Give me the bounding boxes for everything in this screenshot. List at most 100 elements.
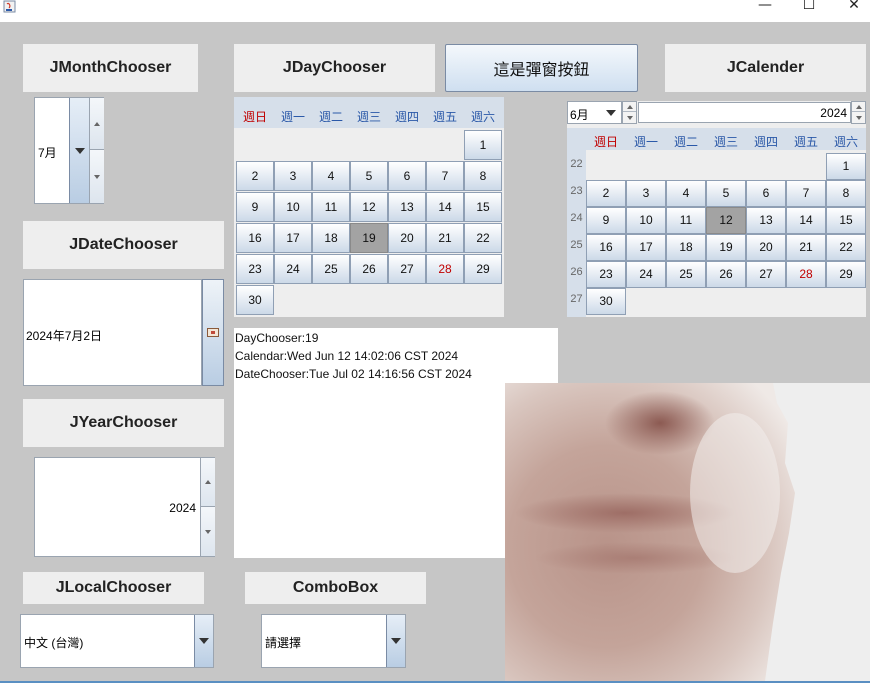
minimize-button[interactable]: —: [750, 0, 780, 16]
calendar-day-button[interactable]: 15: [826, 207, 866, 234]
calendar-day-button[interactable]: 18: [666, 234, 706, 261]
combo-box-dropdown-button[interactable]: [386, 615, 405, 667]
calendar-day-button[interactable]: 3: [626, 180, 666, 207]
calendar-day-button[interactable]: 20: [746, 234, 786, 261]
calendar-day-button[interactable]: 19: [706, 234, 746, 261]
calendar-month-combo[interactable]: 6月: [567, 101, 622, 124]
calendar-month-up-button[interactable]: [623, 102, 636, 112]
calendar-day-button[interactable]: 11: [666, 207, 706, 234]
calendar-day-button[interactable]: 14: [786, 207, 826, 234]
calendar-day-button[interactable]: 16: [586, 234, 626, 261]
weekday-label: 週四: [394, 110, 419, 124]
day-button[interactable]: 14: [426, 192, 464, 222]
day-button[interactable]: 4: [312, 161, 350, 191]
week-number: 22: [570, 158, 583, 170]
maximize-button[interactable]: ☐: [794, 0, 824, 16]
day-button[interactable]: 24: [274, 254, 312, 284]
calendar-weekday-label: 週六: [833, 135, 858, 149]
calendar-month-dropdown-button[interactable]: [601, 102, 621, 123]
day-button[interactable]: 15: [464, 192, 502, 222]
day-button[interactable]: 11: [312, 192, 350, 222]
day-button[interactable]: 30: [236, 285, 274, 315]
date-picker-button[interactable]: [202, 279, 224, 386]
locale-chooser[interactable]: 中文 (台灣): [20, 614, 214, 668]
day-button[interactable]: 3: [274, 161, 312, 191]
arrow-up-icon: [626, 104, 633, 109]
calendar-year-down-button[interactable]: [852, 113, 865, 123]
arrow-down-icon: [94, 174, 100, 179]
calendar-month-down-button[interactable]: [623, 113, 636, 123]
calendar-day-button[interactable]: 4: [666, 180, 706, 207]
combo-box[interactable]: 請選擇: [261, 614, 406, 668]
day-button[interactable]: 21: [426, 223, 464, 253]
day-button[interactable]: 8: [464, 161, 502, 191]
year-chooser[interactable]: 2024: [34, 457, 215, 557]
day-button[interactable]: 25: [312, 254, 350, 284]
calendar-day-button[interactable]: 29: [826, 261, 866, 288]
calendar-day-button[interactable]: 13: [746, 207, 786, 234]
calendar-day-button[interactable]: 26: [706, 261, 746, 288]
day-button[interactable]: 1: [464, 130, 502, 160]
day-button[interactable]: 13: [388, 192, 426, 222]
main-panel: JMonthChooser JDayChooser 這是彈窗按鈕 JCalend…: [0, 22, 870, 681]
calendar-day-button[interactable]: 21: [786, 234, 826, 261]
calendar-day-button[interactable]: 1: [826, 153, 866, 180]
popup-button[interactable]: 這是彈窗按鈕: [445, 44, 638, 92]
arrow-up-icon: [205, 480, 211, 484]
day-button[interactable]: 19: [350, 223, 388, 253]
day-button[interactable]: 29: [464, 254, 502, 284]
day-button[interactable]: 20: [388, 223, 426, 253]
day-button[interactable]: 22: [464, 223, 502, 253]
calendar-day-button[interactable]: 25: [666, 261, 706, 288]
calendar-year-up-button[interactable]: [852, 102, 865, 112]
year-spin-down-button[interactable]: [201, 507, 215, 556]
day-button[interactable]: 6: [388, 161, 426, 191]
date-chooser-field[interactable]: 2024年7月2日: [23, 279, 202, 386]
day-button[interactable]: 5: [350, 161, 388, 191]
locale-dropdown-button[interactable]: [194, 615, 213, 667]
calendar-day-button[interactable]: 5: [706, 180, 746, 207]
month-spin-down-button[interactable]: [90, 150, 104, 203]
combo-box-value: 請選擇: [265, 636, 302, 650]
day-button[interactable]: 7: [426, 161, 464, 191]
calendar-day-button[interactable]: 8: [826, 180, 866, 207]
calendar-day-button[interactable]: 12: [706, 207, 746, 234]
month-dropdown-button[interactable]: [69, 98, 89, 203]
weekday-label: 週一: [280, 110, 305, 124]
calendar-day-button[interactable]: 24: [626, 261, 666, 288]
close-button[interactable]: ✕: [839, 0, 869, 16]
weekday-label: 週日: [242, 110, 267, 124]
month-chooser[interactable]: 7月: [34, 97, 104, 204]
day-button[interactable]: 17: [274, 223, 312, 253]
calendar-day-button[interactable]: 28: [786, 261, 826, 288]
day-button[interactable]: 18: [312, 223, 350, 253]
day-button[interactable]: 16: [236, 223, 274, 253]
day-button[interactable]: 9: [236, 192, 274, 222]
calendar-day-button[interactable]: 2: [586, 180, 626, 207]
calendar-day-button[interactable]: 6: [746, 180, 786, 207]
java-icon: [3, 0, 16, 13]
chevron-down-icon: [74, 147, 85, 154]
calendar-year-field[interactable]: 2024: [638, 102, 851, 123]
calendar-day-button[interactable]: 7: [786, 180, 826, 207]
calendar-day-button[interactable]: 23: [586, 261, 626, 288]
year-spin-up-button[interactable]: [201, 458, 215, 507]
calendar: 6月 2024 22 23 24 25 26 27 週日 週一 週二 週三 週四 週五 週六 1234…: [567, 101, 866, 317]
calendar-day-button[interactable]: 27: [746, 261, 786, 288]
locale-value: 中文 (台灣): [24, 636, 84, 650]
day-button[interactable]: 26: [350, 254, 388, 284]
calendar-day-button[interactable]: 30: [586, 288, 626, 315]
day-button[interactable]: 27: [388, 254, 426, 284]
calendar-day-button[interactable]: 17: [626, 234, 666, 261]
day-button[interactable]: 12: [350, 192, 388, 222]
calendar-day-button[interactable]: 10: [626, 207, 666, 234]
calendar-header: JCalender: [665, 44, 866, 92]
month-spin-up-button[interactable]: [90, 98, 104, 150]
calendar-weekday-label: 週一: [633, 135, 658, 149]
day-button[interactable]: 23: [236, 254, 274, 284]
calendar-day-button[interactable]: 9: [586, 207, 626, 234]
calendar-day-button[interactable]: 22: [826, 234, 866, 261]
day-button[interactable]: 28: [426, 254, 464, 284]
day-button[interactable]: 2: [236, 161, 274, 191]
day-button[interactable]: 10: [274, 192, 312, 222]
